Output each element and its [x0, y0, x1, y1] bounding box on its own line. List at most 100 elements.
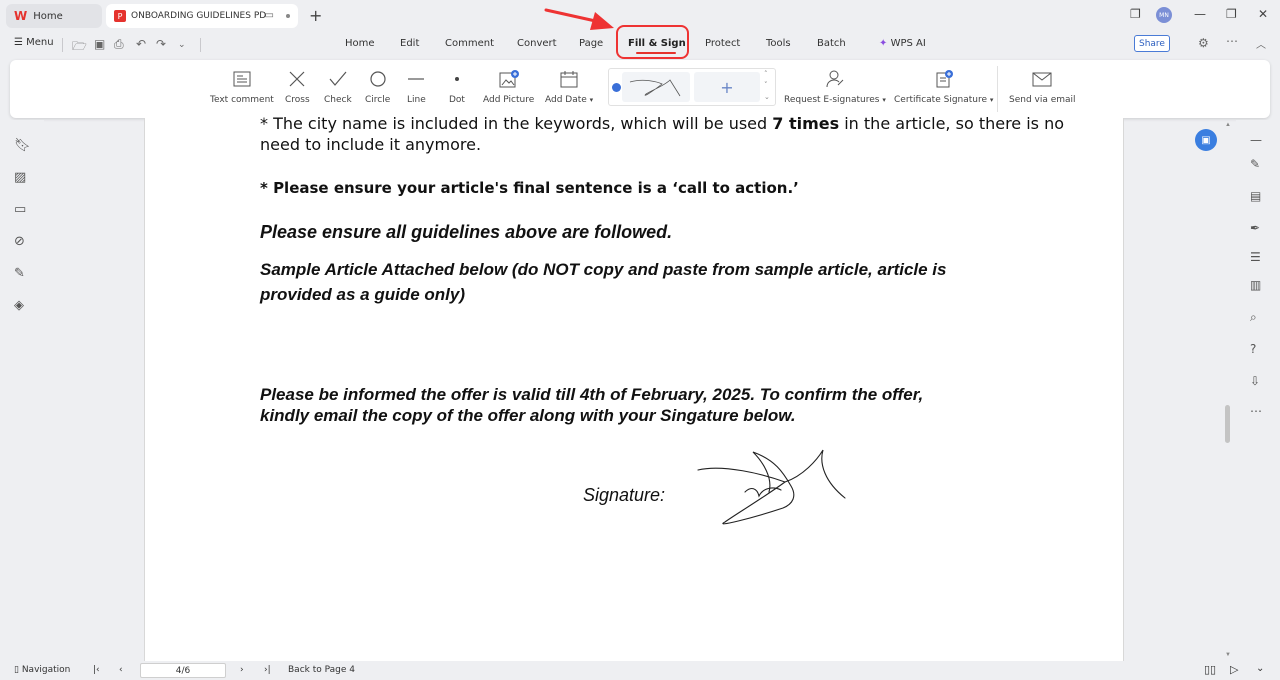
save-icon[interactable]: ▣: [94, 37, 105, 51]
dot-tool[interactable]: Dot: [449, 69, 465, 105]
monitor-icon[interactable]: ▭: [265, 10, 274, 21]
undo-icon[interactable]: ↶: [136, 37, 146, 51]
vertical-scrollbar[interactable]: [1225, 405, 1230, 443]
circle-tool[interactable]: Circle: [365, 69, 390, 105]
help-icon[interactable]: ?: [1250, 342, 1256, 356]
pdf-page: * The city name is included in the keywo…: [144, 114, 1124, 662]
fill-sign-highlight-annotation: [616, 25, 689, 59]
tab-comment[interactable]: Comment: [445, 38, 494, 49]
email-icon: [1032, 72, 1052, 87]
scroll-up-arrow-icon[interactable]: ▲: [1225, 122, 1231, 128]
tab-tools[interactable]: Tools: [766, 38, 791, 49]
next-page-button[interactable]: ›: [240, 665, 244, 675]
page-number-input[interactable]: 4/6: [140, 663, 226, 678]
tab-protect[interactable]: Protect: [705, 38, 740, 49]
certificate-icon: [936, 70, 953, 88]
left-sidebar: 🔖︎ ▨ ▭ ⊘ ✎ ◈: [0, 120, 44, 660]
previous-page-button[interactable]: ‹: [119, 665, 123, 675]
translate-icon[interactable]: ⇩: [1250, 374, 1260, 388]
expand-gallery-icon[interactable]: ⌄: [764, 93, 770, 101]
sparkle-icon: ✦: [879, 38, 888, 49]
chevron-down-icon: ▾: [882, 96, 886, 104]
wps-logo-icon: W: [14, 9, 28, 23]
person-sign-icon: [826, 70, 844, 88]
certificate-signature-tool[interactable]: Certificate Signature ▾: [894, 69, 993, 105]
attachment-icon[interactable]: ⊘: [14, 234, 25, 249]
search-icon[interactable]: ⌕: [1250, 310, 1257, 325]
sign-pen-icon[interactable]: ✒: [1250, 221, 1260, 235]
thumbnails-icon[interactable]: ▨: [14, 170, 26, 185]
tab-home[interactable]: W Home: [6, 4, 102, 28]
window-layout-icon[interactable]: ❐: [1130, 7, 1141, 21]
chevron-down-icon: ▾: [989, 96, 994, 104]
tab-edit[interactable]: Edit: [400, 38, 419, 49]
doc-line-2: need to include it anymore.: [260, 135, 482, 154]
avatar[interactable]: MN: [1156, 7, 1172, 23]
tab-document[interactable]: P ONBOARDING GUIDELINES PD ▭: [106, 4, 298, 28]
add-date-tool[interactable]: Add Date ▾: [545, 69, 593, 105]
settings-gear-icon[interactable]: ⚙: [1198, 36, 1209, 50]
share-button[interactable]: Share: [1134, 35, 1170, 52]
close-button[interactable]: ✕: [1258, 7, 1268, 21]
document-properties-icon[interactable]: ▤: [1250, 189, 1261, 203]
tab-batch[interactable]: Batch: [817, 38, 846, 49]
reading-mode-icon[interactable]: ▯▯: [1204, 663, 1216, 676]
outline-icon[interactable]: ☰: [1250, 250, 1261, 264]
status-bar: ▯ Navigation |‹ ‹ 4/6 › ›| Back to Page …: [0, 661, 1280, 680]
doc-line-4: Please ensure all guidelines above are f…: [260, 222, 673, 242]
handwritten-signature[interactable]: [693, 446, 853, 528]
extract-icon[interactable]: ▥: [1250, 278, 1261, 292]
last-page-button[interactable]: ›|: [264, 665, 271, 675]
send-via-email-tool[interactable]: Send via email: [1009, 69, 1076, 105]
check-tool[interactable]: Check: [324, 69, 352, 105]
play-icon[interactable]: ▷: [1230, 663, 1238, 676]
minimize-button[interactable]: —: [1194, 7, 1206, 21]
menu-button[interactable]: ☰ Menu: [14, 37, 54, 48]
print-icon[interactable]: ⎙: [114, 37, 124, 52]
collapse-panel-icon[interactable]: —: [1250, 133, 1262, 147]
edit-document-icon[interactable]: ✎: [1250, 157, 1260, 171]
text-comment-tool[interactable]: Text comment: [210, 69, 274, 105]
more-tools-icon[interactable]: ⋯: [1250, 404, 1262, 418]
floating-save-icon[interactable]: ▣: [1195, 129, 1217, 151]
signature-label: Signature:: [583, 485, 666, 505]
divider: [997, 66, 998, 112]
tab-convert[interactable]: Convert: [517, 38, 557, 49]
scroll-up-icon[interactable]: ˄: [764, 70, 768, 78]
bookmark-icon[interactable]: 🔖︎: [14, 138, 31, 153]
saved-signature-thumbnail[interactable]: [622, 72, 690, 102]
tab-document-label: ONBOARDING GUIDELINES PD: [131, 11, 267, 21]
add-signature-button[interactable]: +: [694, 72, 760, 102]
layers-icon[interactable]: ◈: [14, 298, 24, 313]
collapse-ribbon-icon[interactable]: ︿: [1256, 36, 1266, 51]
tab-page[interactable]: Page: [579, 38, 603, 49]
line-tool[interactable]: Line: [407, 69, 426, 105]
more-options-icon[interactable]: ⋯: [1226, 34, 1238, 48]
scroll-down-icon[interactable]: ˅: [764, 81, 768, 89]
signature-status-icon: [612, 83, 621, 92]
scroll-down-arrow-icon[interactable]: ▼: [1225, 652, 1231, 658]
first-page-button[interactable]: |‹: [93, 665, 100, 675]
redo-icon[interactable]: ↷: [156, 37, 166, 51]
pdf-icon: P: [114, 10, 126, 22]
navigation-toggle[interactable]: ▯ Navigation: [14, 665, 70, 675]
cross-tool[interactable]: Cross: [285, 69, 310, 105]
right-sidebar: — ✎ ▤ ✒ ☰ ▥ ⌕ ? ⇩ ⋯: [1236, 120, 1280, 660]
add-picture-tool[interactable]: Add Picture: [483, 69, 534, 105]
dot-icon: [454, 77, 459, 81]
signature-gallery: + ˄ ˅ ⌄: [608, 68, 776, 106]
open-folder-icon[interactable]: 🗁: [72, 37, 87, 58]
tab-home-menu[interactable]: Home: [345, 38, 375, 49]
tab-wps-ai[interactable]: ✦ WPS AI: [879, 38, 926, 49]
red-arrow-annotation: [544, 8, 614, 30]
back-to-page-link[interactable]: Back to Page 4: [288, 665, 355, 675]
add-picture-icon: [499, 70, 519, 88]
calendar-icon: [560, 71, 578, 88]
signature-panel-icon[interactable]: ✎: [14, 266, 25, 281]
comments-icon[interactable]: ▭: [14, 202, 26, 217]
request-esignatures-tool[interactable]: Request E-signatures ▾: [784, 69, 886, 105]
chevron-down-icon[interactable]: ⌄: [178, 40, 186, 50]
maximize-button[interactable]: ❐: [1226, 7, 1237, 21]
new-tab-button[interactable]: +: [309, 6, 322, 25]
collapse-statusbar-icon[interactable]: ⌄: [1256, 663, 1264, 674]
